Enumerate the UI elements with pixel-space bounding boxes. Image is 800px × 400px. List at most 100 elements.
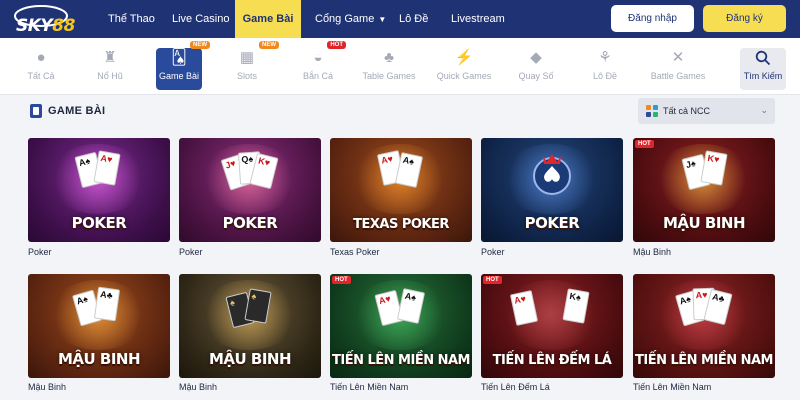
category-label: Slots: [236, 71, 257, 81]
game-card[interactable]: J♥ Q♠ K♥ POKER: [179, 138, 321, 242]
category-label: Nổ Hũ: [97, 71, 123, 81]
game-art-title: MẬU BINH: [57, 350, 141, 368]
dragon-cards-icon: ♠ ♠: [225, 288, 275, 336]
category-label: Table Games: [362, 71, 416, 81]
category-ban-ca[interactable]: HOT ◒ Bắn Cá: [288, 41, 348, 90]
game-name[interactable]: Mậu Binh: [633, 247, 671, 257]
nav-live-casino[interactable]: Live Casino: [172, 0, 229, 38]
playing-cards-icon: A♠ A♥: [74, 150, 124, 200]
game-name[interactable]: Tiến Lên Miền Nam: [330, 382, 408, 392]
nav-the-thao[interactable]: Thể Thao: [108, 0, 155, 38]
hot-badge: HOT: [635, 140, 654, 148]
dragon-cards-icon: A♠ A♣: [72, 286, 124, 336]
search-icon: [740, 48, 786, 68]
fish-icon: ◒: [313, 49, 323, 66]
section-title: GAME BÀI: [48, 105, 106, 117]
jackpot-icon: ♜: [103, 49, 117, 66]
logo[interactable]: SKY88: [12, 2, 75, 36]
register-button[interactable]: Đăng ký: [703, 5, 786, 32]
diamond-icon: ◆: [530, 49, 542, 66]
game-name[interactable]: Tiến Lên Đếm Lá: [481, 382, 550, 392]
lightning-icon: ⚡: [454, 49, 474, 66]
game-card[interactable]: A♠ A♣ MẬU BINH: [28, 274, 170, 378]
game-name[interactable]: Poker: [28, 247, 52, 257]
provider-filter-dropdown[interactable]: Tất cả NCC ⌄: [638, 98, 775, 124]
provider-filter-label: Tất cả NCC: [663, 106, 711, 116]
category-game-bai[interactable]: NEW 🂡 Game Bài: [156, 41, 210, 90]
logo-text-a: SKY: [16, 16, 53, 36]
category-quick-games[interactable]: ⚡ Quick Games: [434, 48, 494, 90]
category-label: Tìm Kiếm: [743, 71, 783, 81]
nav-cong-game[interactable]: Cổng Game ▼: [315, 0, 386, 38]
category-lo-de[interactable]: ⚘ Lô Đề: [575, 48, 635, 90]
game-card[interactable]: HOT A♥ A♠ TIẾN LÊN MIỀN NAM: [330, 274, 472, 378]
new-badge: NEW: [259, 41, 279, 49]
top-navbar: SKY88 Thể Thao Live Casino Game Bài Cổng…: [0, 0, 800, 38]
game-card[interactable]: ♠ ♠ MẬU BINH: [179, 274, 321, 378]
category-bar: ● Tất Cả ♜ Nổ Hũ NEW 🂡 Game Bài NEW ▦ Sl…: [0, 38, 800, 95]
game-bai-section-icon: [30, 104, 42, 118]
game-card[interactable]: HOT J♠ K♥ MẬU BINH: [633, 138, 775, 242]
game-art-title: TEXAS POKER: [353, 217, 449, 232]
game-card[interactable]: A♥ A♠ TEXAS POKER: [330, 138, 472, 242]
category-battle-games[interactable]: ✕ Battle Games: [648, 48, 708, 90]
dragon-cards-icon: J♠ K♥: [679, 150, 729, 200]
game-art-title: POKER: [71, 214, 127, 232]
game-card[interactable]: A♠ A♥ POKER: [28, 138, 170, 242]
game-art-title: TIẾN LÊN MIỀN NAM: [635, 353, 774, 368]
game-card[interactable]: POKER: [481, 138, 623, 242]
game-name[interactable]: Poker: [179, 247, 203, 257]
logo-text-b: 88: [52, 16, 75, 36]
category-label: Battle Games: [650, 71, 706, 81]
category-no-hu[interactable]: ♜ Nổ Hũ: [80, 48, 140, 90]
hot-badge: HOT: [332, 276, 351, 284]
hot-badge: HOT: [327, 41, 346, 49]
game-art-title: POKER: [524, 214, 580, 232]
category-table-games[interactable]: ♣ Table Games: [359, 48, 419, 90]
category-label: Quay Số: [518, 71, 554, 81]
category-label: Bắn Cá: [302, 71, 334, 81]
game-card[interactable]: A♠ A♥ A♣ TIẾN LÊN MIỀN NAM: [633, 274, 775, 378]
game-card[interactable]: HOT A♥ K♠ TIẾN LÊN ĐẾM LÁ: [481, 274, 623, 378]
chevron-down-icon: ▼: [378, 15, 387, 24]
playing-cards-icon: A♥ A♠: [374, 288, 426, 336]
nav-game-bai[interactable]: Game Bài: [235, 0, 301, 38]
game-name[interactable]: Texas Poker: [330, 247, 380, 257]
game-art-title: MẬU BINH: [662, 214, 746, 232]
crown-spade-icon: [533, 154, 571, 195]
playing-cards-icon: A♠ A♥ A♣: [675, 287, 733, 336]
swords-icon: ✕: [671, 49, 685, 66]
game-art-title: MẬU BINH: [208, 350, 292, 368]
nav-cong-game-label: Cổng Game: [315, 13, 375, 25]
game-art-title: TIẾN LÊN ĐẾM LÁ: [492, 353, 612, 368]
new-badge: NEW: [190, 41, 210, 49]
category-label: Lô Đề: [592, 71, 618, 81]
cowboy-hat-icon: A♥ A♠: [376, 150, 426, 200]
chevron-down-icon: ⌄: [760, 105, 768, 115]
slots-icon: ▦: [239, 49, 255, 66]
playing-cards-icon: J♥ Q♠ K♥: [220, 151, 279, 200]
game-name[interactable]: Mậu Binh: [179, 382, 217, 392]
cards-icon: 🂡: [171, 49, 187, 66]
grid-icon: [646, 105, 658, 117]
category-label: Tất Cả: [27, 71, 55, 81]
man-with-cards-icon: A♥ K♠: [509, 288, 590, 336]
category-label: Game Bài: [158, 71, 200, 81]
game-art-title: POKER: [222, 214, 278, 232]
lottery-icon: ⚘: [598, 49, 612, 66]
game-name[interactable]: Mậu Binh: [28, 382, 66, 392]
login-button[interactable]: Đăng nhập: [611, 5, 694, 32]
nav-livestream[interactable]: Livestream: [451, 0, 505, 38]
category-label: Quick Games: [436, 71, 492, 81]
game-art-title: TIẾN LÊN MIỀN NAM: [332, 353, 471, 368]
poker-chip-icon: ●: [36, 49, 46, 66]
hot-badge: HOT: [483, 276, 502, 284]
category-slots[interactable]: NEW ▦ Slots: [217, 41, 279, 90]
category-search[interactable]: Tìm Kiếm: [740, 48, 786, 90]
category-tat-ca[interactable]: ● Tất Cả: [11, 48, 71, 90]
game-name[interactable]: Poker: [481, 247, 505, 257]
table-icon: ♣: [384, 49, 394, 66]
nav-lo-de[interactable]: Lô Đề: [399, 0, 428, 38]
category-quay-so[interactable]: ◆ Quay Số: [506, 48, 566, 90]
game-name[interactable]: Tiến Lên Miền Nam: [633, 382, 711, 392]
